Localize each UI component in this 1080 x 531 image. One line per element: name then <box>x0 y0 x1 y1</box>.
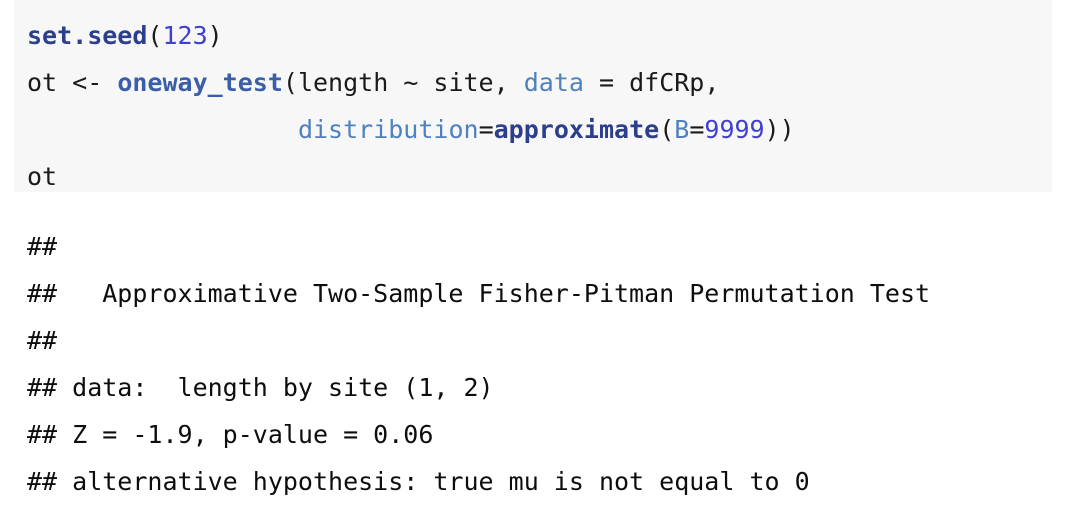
code-token-arg: B <box>674 115 690 144</box>
rmarkdown-document-page: set.seed(123) ot <- oneway_test(length ~… <box>0 0 1080 531</box>
code-token-plain: )) <box>764 115 795 144</box>
code-token-arg: distribution <box>297 115 479 144</box>
code-token-plain: ot <- <box>27 68 118 97</box>
code-token-plain: ot <box>27 162 58 191</box>
code-token-plain: = dfCRp, <box>583 68 720 97</box>
output-line-blank-mid: ## <box>27 326 73 355</box>
output-line-data: ## data: length by site (1, 2) <box>27 373 494 402</box>
code-token-plain: (length ~ site, <box>282 68 524 97</box>
code-line-ot: ot <box>27 153 1052 200</box>
code-line-oneway-test: ot <- oneway_test(length ~ site, data = … <box>27 59 1052 106</box>
output-line-blank-top: ## <box>27 232 73 261</box>
code-line-set-seed: set.seed(123) <box>27 12 1052 59</box>
output-line-test-title: ## Approximative Two-Sample Fisher-Pitma… <box>27 279 931 308</box>
code-token-plain: ( <box>147 21 163 50</box>
code-token-plain: ( <box>659 115 675 144</box>
code-token-num: 123 <box>162 21 208 50</box>
code-token-arg: data <box>523 68 584 97</box>
code-token-plain: = <box>689 115 705 144</box>
code-line-distribution: distribution=approximate(B=9999)) <box>27 106 1052 153</box>
code-token-fn2: oneway_test <box>117 68 283 97</box>
console-output-block: ## ## Approximative Two-Sample Fisher-Pi… <box>27 223 1067 505</box>
output-line-statistic: ## Z = -1.9, p-value = 0.06 <box>27 420 434 449</box>
r-code-chunk[interactable]: set.seed(123) ot <- oneway_test(length ~… <box>14 0 1052 192</box>
output-line-alternative: ## alternative hypothesis: true mu is no… <box>27 467 810 496</box>
code-token-plain: ) <box>207 21 223 50</box>
code-token-plain: = <box>478 115 494 144</box>
code-token-num: 9999 <box>704 115 765 144</box>
code-token-fn: approximate <box>493 115 660 144</box>
code-token-fn: set.seed <box>27 21 148 50</box>
